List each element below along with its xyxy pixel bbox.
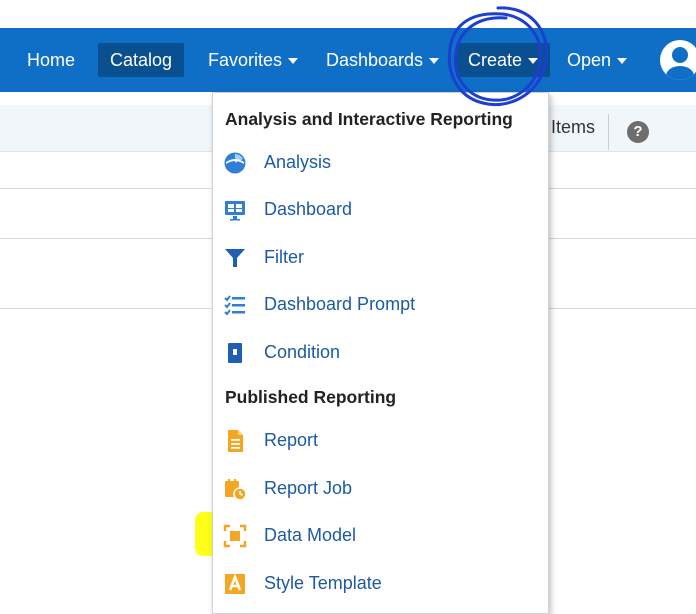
user-body-shape bbox=[666, 66, 694, 80]
user-avatar-icon[interactable] bbox=[660, 40, 696, 80]
menu-item-condition[interactable]: Condition bbox=[213, 333, 548, 373]
nav-favorites[interactable]: Favorites bbox=[208, 28, 299, 92]
menu-item-label: Report Job bbox=[264, 478, 353, 498]
dashboard-icon bbox=[225, 201, 245, 221]
menu-item-dashboard-prompt[interactable]: Dashboard Prompt bbox=[213, 285, 548, 325]
chevron-down-icon bbox=[617, 58, 628, 65]
menu-item-report-job[interactable]: Report Job bbox=[213, 469, 548, 509]
nav-create-label: Create bbox=[468, 50, 523, 70]
menu-item-label: Style Template bbox=[264, 573, 382, 593]
chevron-down-icon bbox=[528, 58, 539, 65]
section-heading-published: Published Reporting bbox=[225, 387, 397, 407]
report-icon bbox=[228, 430, 243, 452]
nav-catalog[interactable]: Catalog bbox=[98, 43, 185, 77]
nav-dashboards-label: Dashboards bbox=[326, 50, 424, 70]
chevron-down-icon bbox=[288, 58, 299, 65]
nav-dashboards[interactable]: Dashboards bbox=[326, 28, 440, 92]
menu-item-label: Filter bbox=[264, 247, 304, 267]
menu-item-filter[interactable]: Filter bbox=[213, 238, 548, 278]
menu-item-label: Analysis bbox=[264, 152, 332, 172]
filter-icon bbox=[225, 249, 245, 267]
menu-item-label: Report bbox=[264, 430, 319, 450]
nav-open-label: Open bbox=[567, 50, 612, 70]
user-head-shape bbox=[672, 47, 688, 63]
nav-favorites-label: Favorites bbox=[208, 50, 283, 70]
section-heading-analysis: Analysis and Interactive Reporting bbox=[225, 109, 513, 129]
menu-item-label: Dashboard bbox=[264, 199, 353, 219]
menu-item-dashboard[interactable]: Dashboard bbox=[213, 190, 548, 230]
top-nav-bar: Home Catalog Favorites Dashboards Create… bbox=[0, 28, 696, 92]
toolbar-divider bbox=[608, 114, 609, 150]
condition-icon bbox=[228, 343, 242, 363]
create-dropdown-menu: Analysis and Interactive Reporting Analy… bbox=[212, 92, 549, 614]
nav-open[interactable]: Open bbox=[567, 28, 628, 92]
nav-home[interactable]: Home bbox=[27, 28, 75, 92]
nav-create[interactable]: Create bbox=[456, 43, 551, 77]
menu-item-label: Data Model bbox=[264, 525, 357, 545]
menu-item-style-template[interactable]: Style Template bbox=[213, 564, 548, 604]
data-model-icon bbox=[223, 524, 247, 548]
style-template-icon bbox=[225, 573, 245, 594]
menu-item-label: Dashboard Prompt bbox=[264, 294, 416, 314]
menu-item-analysis[interactable]: Analysis bbox=[213, 143, 548, 183]
menu-item-label: Condition bbox=[264, 342, 341, 362]
dashboard-prompt-icon bbox=[224, 295, 245, 316]
report-job-icon bbox=[225, 479, 247, 501]
menu-item-report[interactable]: Report bbox=[213, 421, 548, 461]
chevron-down-icon bbox=[429, 58, 440, 65]
help-icon[interactable]: ? bbox=[627, 121, 649, 143]
analysis-icon bbox=[224, 152, 246, 174]
menu-item-data-model[interactable]: Data Model bbox=[213, 516, 548, 556]
items-label: Items bbox=[551, 117, 596, 137]
